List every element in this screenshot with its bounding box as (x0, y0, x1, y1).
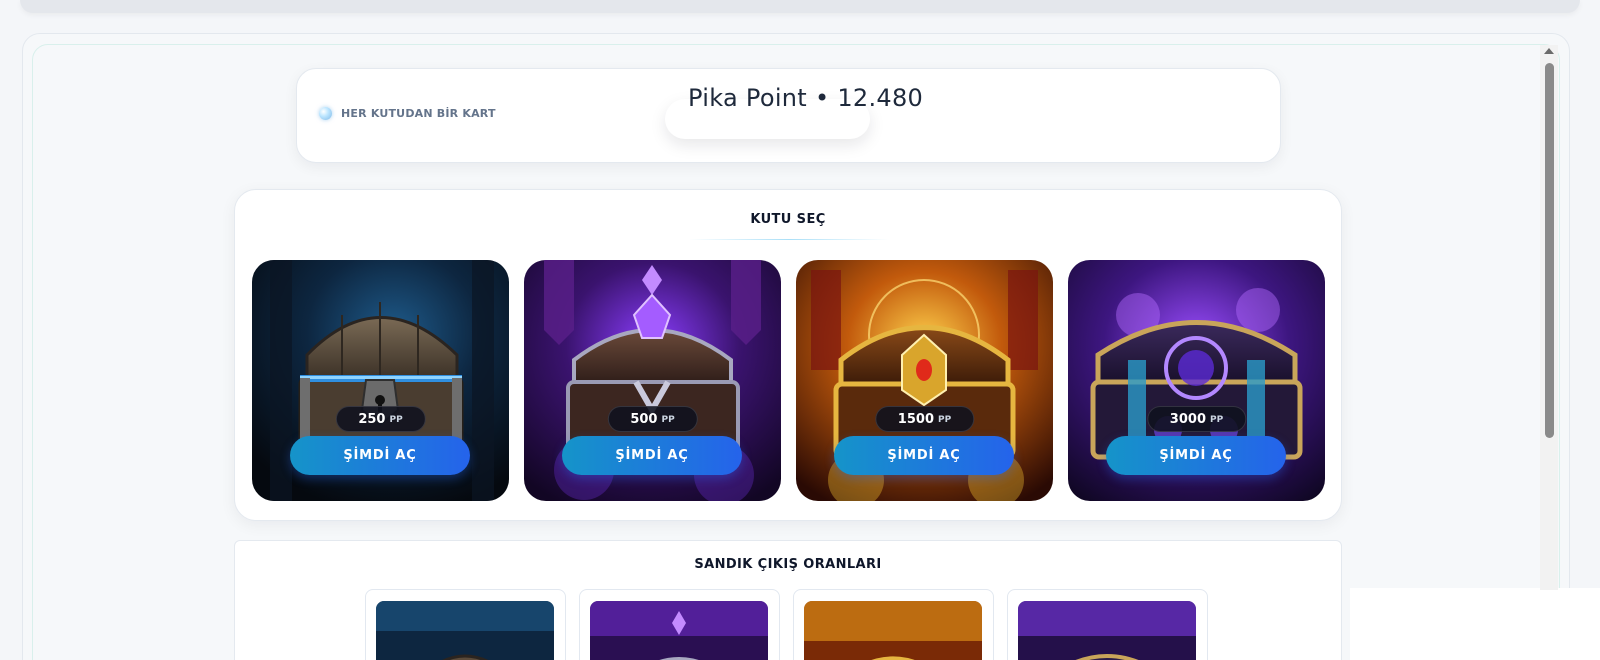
wooden-chest-icon (376, 601, 554, 660)
chest-card-1500[interactable]: 1500 PP ŞİMDİ AÇ (796, 260, 1053, 501)
chest-card-500[interactable]: 500 PP ŞİMDİ AÇ (524, 260, 781, 501)
drop-rates-card: SANDIK ÇIKIŞ ORANLARI (234, 540, 1342, 660)
price-badge: 250 PP (335, 406, 426, 432)
drop-rates-list (365, 589, 1208, 660)
box-select-title: KUTU SEÇ (750, 212, 826, 227)
points-balance: Pika Point • 12.480 (688, 84, 924, 112)
drop-rates-title: SANDIK ÇIKIŞ ORANLARI (694, 557, 882, 572)
price-badge: 3000 PP (1146, 406, 1247, 432)
drop-rate-item[interactable] (1007, 589, 1208, 660)
orb-icon (319, 107, 332, 120)
drop-rate-item[interactable] (793, 589, 994, 660)
open-now-button[interactable]: ŞİMDİ AÇ (834, 436, 1014, 475)
chest-card-3000[interactable]: 3000 PP ŞİMDİ AÇ (1068, 260, 1325, 501)
title-divider (689, 239, 889, 240)
price-value: 3000 (1169, 411, 1206, 427)
box-select-card: KUTU SEÇ 250 PP ŞİMDİ AÇ 500 PP ŞİMDİ AÇ… (234, 189, 1342, 521)
tagline-text: HER KUTUDAN BİR KART (341, 107, 496, 120)
open-now-button[interactable]: ŞİMDİ AÇ (290, 436, 470, 475)
drop-rate-item[interactable] (579, 589, 780, 660)
scroll-up-icon[interactable] (1544, 48, 1554, 54)
drop-rate-item[interactable] (365, 589, 566, 660)
bottom-right-overlay (1350, 588, 1600, 660)
golden-chest-icon (804, 601, 982, 660)
price-badge: 500 PP (607, 406, 698, 432)
open-now-button[interactable]: ŞİMDİ AÇ (1106, 436, 1286, 475)
points-header-card: HER KUTUDAN BİR KART (296, 68, 1281, 163)
price-unit: PP (1209, 415, 1224, 425)
price-value: 250 (358, 411, 386, 427)
arcane-chest-icon (1018, 601, 1196, 660)
price-value: 500 (630, 411, 658, 427)
top-header-strip (20, 0, 1580, 13)
price-value: 1500 (897, 411, 934, 427)
tagline: HER KUTUDAN BİR KART (319, 107, 496, 120)
chest-card-250[interactable]: 250 PP ŞİMDİ AÇ (252, 260, 509, 501)
scrollbar-thumb[interactable] (1545, 63, 1554, 438)
chest-list: 250 PP ŞİMDİ AÇ 500 PP ŞİMDİ AÇ 1500 PP … (252, 260, 1325, 501)
crystal-chest-icon (590, 601, 768, 660)
price-unit: PP (661, 415, 675, 425)
open-now-button[interactable]: ŞİMDİ AÇ (562, 436, 742, 475)
price-unit: PP (937, 415, 952, 425)
price-unit: PP (389, 415, 403, 425)
price-badge: 1500 PP (874, 406, 975, 432)
